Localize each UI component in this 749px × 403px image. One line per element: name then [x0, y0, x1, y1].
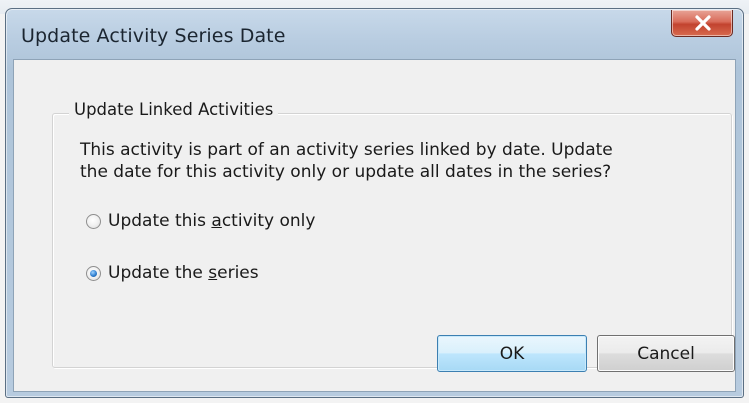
radio-option-this-activity[interactable]: Update this activity only [86, 210, 315, 232]
radio-label-series: Update the series [108, 263, 259, 283]
dialog-title: Update Activity Series Date [21, 25, 286, 47]
radio-button-series[interactable] [86, 265, 101, 281]
message-line-2: the date for this activity only or updat… [80, 162, 612, 182]
close-x-icon [695, 15, 711, 31]
ok-button[interactable]: OK [437, 335, 587, 372]
group-legend: Update Linked Activities [69, 100, 279, 119]
cancel-button[interactable]: Cancel [597, 335, 735, 372]
radio-option-series[interactable]: Update the series [86, 262, 259, 284]
message-text: This activity is part of an activity ser… [80, 139, 690, 183]
dialog-body: Update Linked Activities This activity i… [13, 59, 736, 392]
radio-label-this-activity: Update this activity only [108, 211, 316, 231]
title-bar[interactable]: Update Activity Series Date [6, 9, 743, 59]
message-line-1: This activity is part of an activity ser… [80, 140, 613, 160]
close-button[interactable] [671, 10, 733, 37]
dialog-window: Update Activity Series Date Update Linke… [5, 8, 744, 398]
radio-button-this-activity[interactable] [86, 213, 101, 229]
